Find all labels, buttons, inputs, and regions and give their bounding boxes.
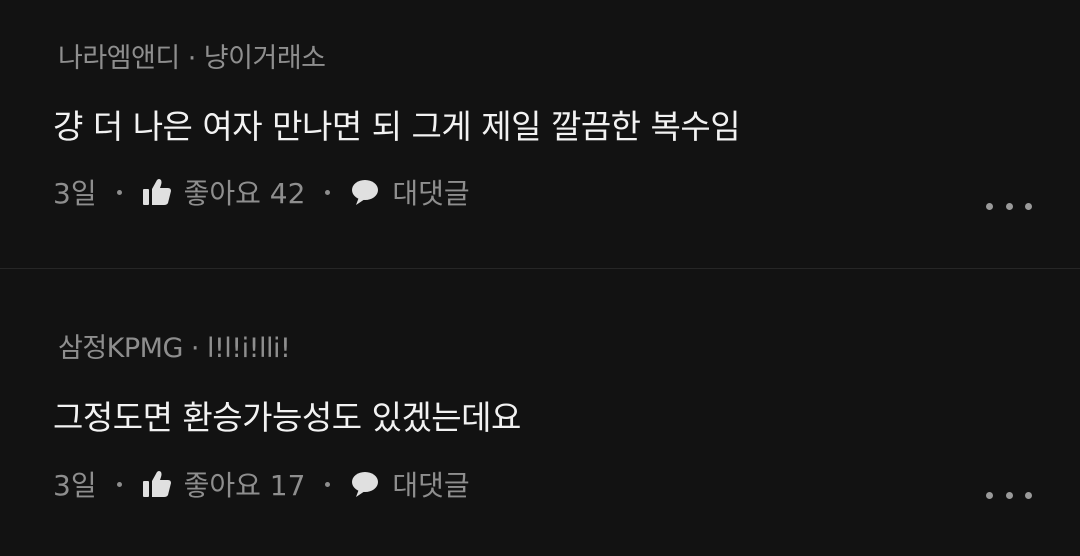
action-separator-dot (325, 481, 331, 487)
comment-meta: 나라엠앤디 · 냥이거래소 (58, 36, 326, 75)
meta-separator: · (190, 333, 200, 364)
comment-board[interactable]: l!l!i!lli! (207, 333, 291, 364)
thumbs-up-icon (142, 178, 172, 206)
more-options-button[interactable] (986, 196, 1032, 216)
more-options-icon (1005, 202, 1013, 210)
more-options-icon (986, 202, 993, 210)
comment-actions: 3일 좋아요 42 대댓글 (53, 174, 470, 210)
more-options-icon (1025, 202, 1032, 210)
reply-button[interactable]: 대댓글 (350, 464, 470, 504)
meta-separator: · (187, 43, 197, 74)
comment-time: 3일 (53, 177, 97, 210)
comment-author[interactable]: 나라엠앤디 (58, 43, 180, 74)
like-count-label: 좋아요 17 (183, 469, 306, 502)
reply-label: 대댓글 (392, 469, 470, 502)
more-options-icon (1025, 491, 1032, 499)
comment-author[interactable]: 삼정KPMG (58, 333, 183, 364)
comment-time: 3일 (53, 469, 97, 502)
thumbs-up-icon (142, 470, 172, 498)
like-count-label: 좋아요 42 (183, 177, 306, 210)
action-separator-dot (116, 189, 122, 195)
like-button[interactable]: 좋아요 42 (142, 172, 306, 212)
reply-label: 대댓글 (392, 177, 470, 210)
comment-item: 삼정KPMG · l!l!i!lli! 그정도면 환승가능성도 있겠는데요 3일 좋… (0, 269, 1080, 556)
speech-bubble-icon (350, 470, 380, 498)
more-options-icon (1005, 491, 1013, 499)
reply-button[interactable]: 대댓글 (350, 172, 470, 212)
comment-text: 그정도면 환승가능성도 있겠는데요 (53, 398, 521, 437)
comment-meta: 삼정KPMG · l!l!i!lli! (58, 326, 291, 365)
more-options-icon (986, 491, 993, 499)
comment-item: 나라엠앤디 · 냥이거래소 걍 더 나은 여자 만나면 되 그게 제일 깔끔한 복수… (0, 0, 1080, 268)
comment-actions: 3일 좋아요 17 대댓글 (53, 466, 470, 502)
action-separator-dot (116, 481, 122, 487)
comment-text: 걍 더 나은 여자 만나면 되 그게 제일 깔끔한 복수임 (53, 107, 741, 146)
more-options-button[interactable] (986, 485, 1032, 505)
speech-bubble-icon (350, 178, 380, 206)
like-button[interactable]: 좋아요 17 (142, 464, 306, 504)
comment-board[interactable]: 냥이거래소 (204, 43, 326, 74)
action-separator-dot (325, 189, 331, 195)
